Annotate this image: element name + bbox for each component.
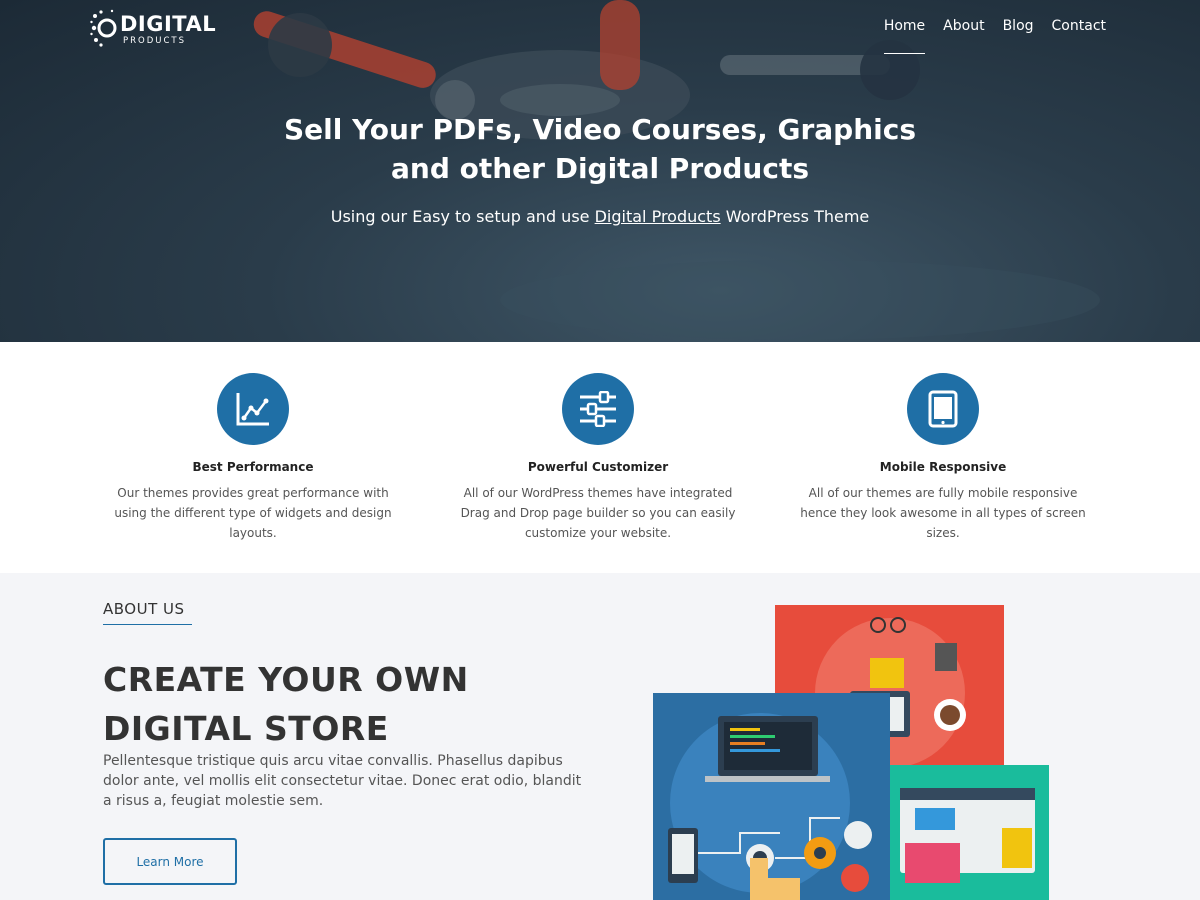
feature-title: Mobile Responsive bbox=[879, 460, 1007, 474]
feature-title: Best Performance bbox=[192, 460, 314, 474]
learn-more-button[interactable]: Learn More bbox=[103, 838, 237, 885]
logo-burst-icon bbox=[90, 9, 117, 47]
nav-item-about[interactable]: About bbox=[943, 18, 984, 54]
feature-text: Our themes provides great performance wi… bbox=[114, 486, 392, 540]
feature-text: All of our WordPress themes have integra… bbox=[460, 486, 736, 540]
hero-title-line2: and other Digital Products bbox=[390, 152, 810, 185]
hero-banner: DIGITAL PRODUCTS Home About Blog Contact… bbox=[0, 0, 1200, 342]
chart-icon bbox=[217, 373, 289, 445]
logo-text-primary: DIGITAL bbox=[120, 12, 217, 36]
site-logo[interactable]: DIGITAL PRODUCTS bbox=[90, 6, 217, 50]
feature-card-performance: Best Performance Our themes provides gre… bbox=[103, 342, 403, 543]
hero-subtitle-link[interactable]: Digital Products bbox=[595, 207, 721, 226]
tablet-icon bbox=[907, 373, 979, 445]
nav-item-home[interactable]: Home bbox=[883, 18, 926, 54]
hero-subtitle-after: WordPress Theme bbox=[720, 207, 870, 226]
hero-subtitle-before: Using our Easy to setup and use bbox=[330, 207, 595, 226]
about-section: ABOUT US CREATE YOUR OWN DIGITAL STORE P… bbox=[0, 573, 1200, 900]
about-label: ABOUT US bbox=[103, 600, 185, 618]
hero-subtitle: Using our Easy to setup and use Digital … bbox=[250, 206, 950, 228]
feature-card-responsive: Mobile Responsive All of our themes are … bbox=[793, 342, 1093, 543]
feature-text: All of our themes are fully mobile respo… bbox=[800, 486, 1086, 540]
about-heading: CREATE YOUR OWN DIGITAL STORE bbox=[103, 660, 469, 748]
about-label-underline bbox=[103, 624, 192, 625]
hero-title: Sell Your PDFs, Video Courses, Graphics … bbox=[250, 110, 950, 188]
nav-item-blog[interactable]: Blog bbox=[1003, 18, 1034, 54]
about-text: Pellentesque tristique quis arcu vitae c… bbox=[103, 753, 582, 809]
feature-card-customizer: Powerful Customizer All of our WordPress… bbox=[448, 342, 748, 543]
sliders-icon bbox=[562, 373, 634, 445]
nav-item-contact[interactable]: Contact bbox=[1052, 18, 1106, 54]
logo-text-secondary: PRODUCTS bbox=[123, 36, 187, 46]
main-nav: Home About Blog Contact bbox=[866, 18, 1106, 54]
feature-title: Powerful Customizer bbox=[527, 460, 669, 474]
features-section: Best Performance Our themes provides gre… bbox=[0, 342, 1200, 573]
hero-title-line1: Sell Your PDFs, Video Courses, Graphics bbox=[283, 113, 917, 146]
digital-store-illustration bbox=[653, 605, 1049, 900]
